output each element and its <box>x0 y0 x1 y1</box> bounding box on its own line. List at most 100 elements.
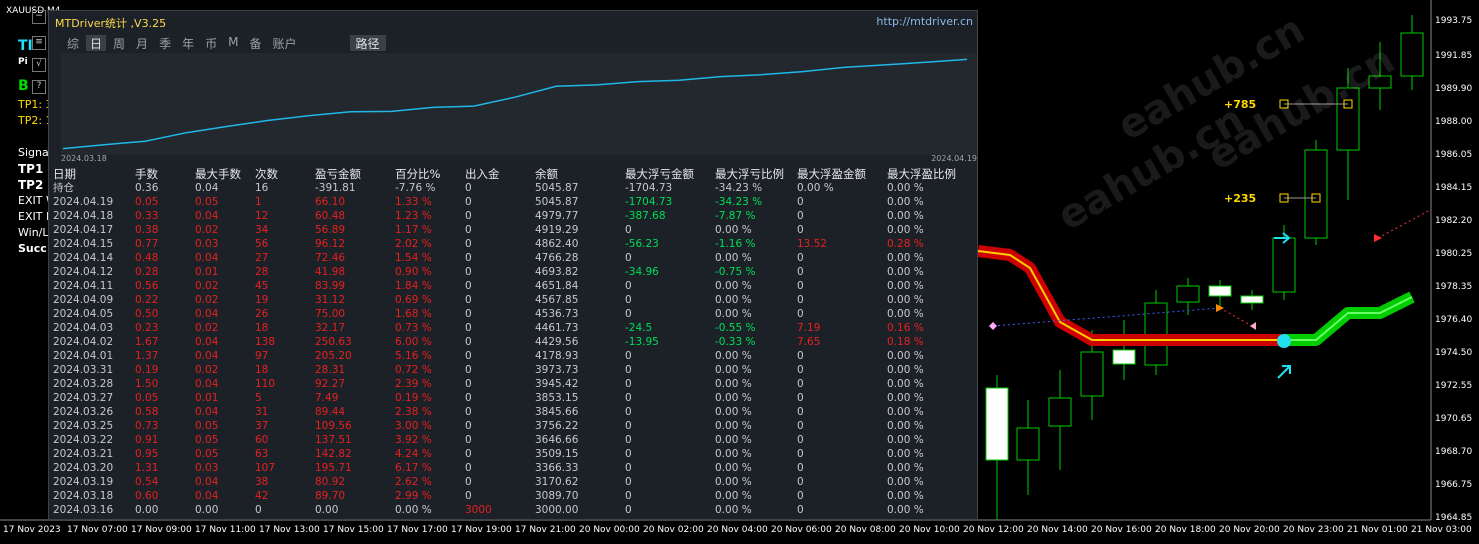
table-row: 2024.04.02 1.67 0.04 138 250.63 6.00 % 0 4429.5… <box>53 335 967 349</box>
column-header[interactable]: 最大浮盈比例 <box>887 167 967 181</box>
table-cell: 7.65 <box>797 336 821 348</box>
table-cell: 0 <box>797 308 804 320</box>
table-cell: 0 <box>625 350 632 362</box>
table-cell: 0 <box>625 224 632 236</box>
column-header[interactable]: 最大浮盈金额 <box>797 167 887 181</box>
price-label: 1986.05 <box>1435 150 1473 160</box>
help-icon[interactable]: ? <box>32 80 46 94</box>
table-cell: 0.00 % <box>715 490 752 502</box>
column-header[interactable]: 最大浮亏金额 <box>625 167 715 181</box>
time-label: 20 Nov 10:00 <box>899 525 960 535</box>
path-button[interactable]: 路径 <box>349 35 386 51</box>
table-cell: 0.36 <box>135 182 159 194</box>
tab-account[interactable]: 账户 <box>268 35 300 51</box>
table-cell: 0.00 % <box>887 266 924 278</box>
time-label: 20 Nov 23:00 <box>1283 525 1344 535</box>
table-cell: 92.27 <box>315 378 346 390</box>
column-header[interactable]: 余额 <box>535 167 625 181</box>
table-cell: 7.49 <box>315 392 339 404</box>
table-cell: -0.75 % <box>715 266 756 278</box>
menu-icon[interactable]: ≡ <box>32 36 46 50</box>
table-cell: 1.17 % <box>395 224 432 236</box>
table-cell: 0 <box>625 490 632 502</box>
profit-label-235: +235 <box>1224 192 1257 205</box>
table-cell: 5.16 % <box>395 350 432 362</box>
table-cell: 0 <box>625 294 632 306</box>
daily-stats-table: 日期 手数 最大手数 次数 盈亏金额 百分比% 出入金 余额 最大浮亏金额 最大浮亏比例 最大浮盈金… <box>53 167 967 517</box>
column-header[interactable]: 盈亏金额 <box>315 167 395 181</box>
table-cell: -24.5 <box>625 322 653 334</box>
table-cell: -387.68 <box>625 210 666 222</box>
table-cell: 0 <box>465 336 472 348</box>
table-cell: 27 <box>255 252 269 264</box>
success-label: Succ <box>18 242 47 255</box>
table-cell: 0.02 <box>195 280 219 292</box>
table-cell: 0.00 % <box>715 434 752 446</box>
table-row: 2024.03.26 0.58 0.04 31 89.44 2.38 % 0 3845.66 0… <box>53 405 967 419</box>
column-header[interactable]: 最大手数 <box>195 167 255 181</box>
table-row: 2024.04.19 0.05 0.05 1 66.10 1.33 % 0 5045.87 -1… <box>53 195 967 209</box>
table-cell: 0 <box>797 210 804 222</box>
table-cell: 0.00 <box>195 504 219 516</box>
table-row: 2024.04.09 0.22 0.02 19 31.12 0.69 % 0 4567.85 0… <box>53 293 967 307</box>
panel-url[interactable]: http://mtdriver.cn <box>876 15 973 28</box>
table-cell: 0 <box>465 378 472 390</box>
table-cell: 2.99 % <box>395 490 432 502</box>
table-cell: 80.92 <box>315 476 346 488</box>
table-cell: 2024.03.20 <box>53 462 114 474</box>
table-cell: 0.01 <box>195 266 219 278</box>
tab-year[interactable]: 年 <box>178 35 198 51</box>
column-header[interactable]: 出入金 <box>465 167 535 181</box>
table-cell: 0.28 % <box>887 238 924 250</box>
table-cell: 0 <box>625 420 632 432</box>
table-cell: 0.00 % <box>887 224 924 236</box>
time-label: 17 Nov 19:00 <box>451 525 512 535</box>
column-header[interactable]: 百分比% <box>395 167 465 181</box>
candles <box>985 15 1424 520</box>
tab-month[interactable]: 月 <box>132 35 152 51</box>
table-cell: 0 <box>797 392 804 404</box>
minimize-icon[interactable]: − <box>32 10 46 24</box>
table-cell: 2024.03.26 <box>53 406 114 418</box>
table-cell: 28.31 <box>315 364 346 376</box>
table-cell: 0.00 % <box>715 448 752 460</box>
table-cell: 2024.03.31 <box>53 364 114 376</box>
table-cell: 0 <box>625 378 632 390</box>
tab-summary[interactable]: 综 <box>63 35 83 51</box>
table-cell: 3000 <box>465 504 492 516</box>
check-icon[interactable]: √ <box>32 58 46 72</box>
table-cell: 0.73 % <box>395 322 432 334</box>
column-header[interactable]: 次数 <box>255 167 315 181</box>
column-header[interactable]: 手数 <box>135 167 195 181</box>
tab-magic[interactable]: M <box>224 35 242 51</box>
period-tabs: 综 日 周 月 季 年 币 M 备 账户 路径 <box>63 35 389 51</box>
table-cell: 0.00 % <box>715 364 752 376</box>
table-cell: 137.51 <box>315 434 352 446</box>
tab-day[interactable]: 日 <box>86 35 107 51</box>
column-header[interactable]: 最大浮亏比例 <box>715 167 797 181</box>
equity-curve-line <box>62 58 968 150</box>
table-cell: 3845.66 <box>535 406 579 418</box>
table-cell: 0.00 % <box>715 280 752 292</box>
table-cell: 0.05 <box>195 448 219 460</box>
table-cell: 63 <box>255 448 269 460</box>
tab-quarter[interactable]: 季 <box>155 35 175 51</box>
table-cell: 0.77 <box>135 238 159 250</box>
table-cell: 0.02 <box>195 294 219 306</box>
table-cell: 3973.73 <box>535 364 579 376</box>
table-cell: 1.23 % <box>395 210 432 222</box>
table-cell: 0 <box>465 196 472 208</box>
tab-currency[interactable]: 币 <box>201 35 221 51</box>
table-cell: 0.00 % <box>887 406 924 418</box>
table-cell: 0.00 % <box>887 252 924 264</box>
table-cell: 0.72 % <box>395 364 432 376</box>
time-label: 17 Nov 11:00 <box>195 525 256 535</box>
column-header[interactable]: 日期 <box>53 167 135 181</box>
time-label: 20 Nov 14:00 <box>1027 525 1088 535</box>
tab-week[interactable]: 周 <box>109 35 129 51</box>
table-cell: 0 <box>797 420 804 432</box>
tab-note[interactable]: 备 <box>245 35 265 51</box>
table-cell: 96.12 <box>315 238 346 250</box>
table-cell: 26 <box>255 308 269 320</box>
price-label: 1964.85 <box>1435 513 1473 523</box>
